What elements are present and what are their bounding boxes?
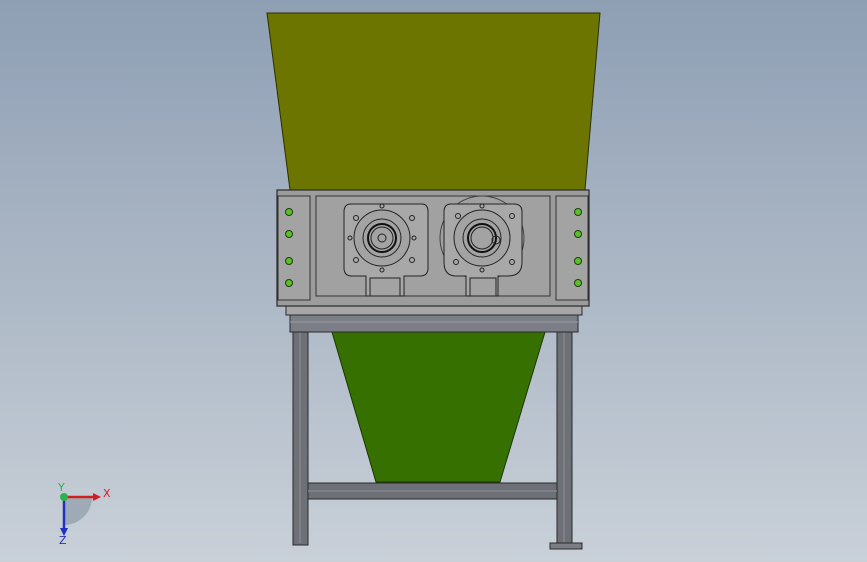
bolt [574,230,582,238]
bolt [574,257,582,265]
bolt [285,279,293,287]
bolt [285,257,293,265]
triad-x-arrow [93,493,101,501]
triad-z-label: Z [59,534,67,547]
bolt [285,230,293,238]
frame-top-beam[interactable] [289,314,579,333]
discharge-chute[interactable] [331,331,546,483]
bolt [285,208,293,216]
upper-hopper[interactable] [266,12,601,191]
triad-y-label: Y [57,481,65,494]
triad-plane [64,497,92,525]
bolt [574,208,582,216]
side-plate-right[interactable] [555,195,589,301]
bolt [574,279,582,287]
cad-viewport[interactable]: X Y Z [0,0,867,562]
triad-y-axis [60,493,68,501]
triad-x-label: X [103,487,111,500]
side-plate-left[interactable] [277,195,311,301]
foot-plate-right[interactable] [549,542,583,550]
shredder-model-view[interactable]: X Y Z [0,0,867,562]
orientation-triad[interactable]: X Y Z [57,481,111,547]
